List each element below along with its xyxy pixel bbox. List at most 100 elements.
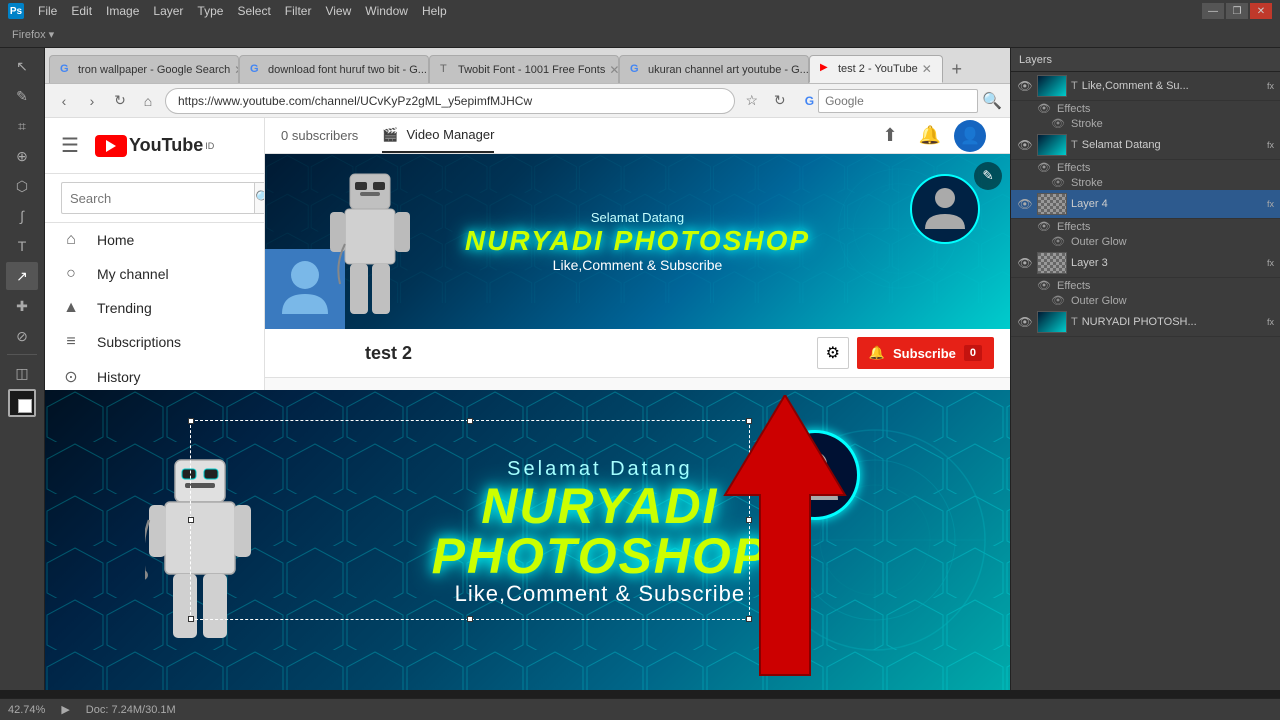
hamburger-menu-icon[interactable]: ☰ xyxy=(61,133,79,158)
tab-close-3[interactable]: ✕ xyxy=(609,63,619,77)
menu-view[interactable]: View xyxy=(319,2,357,20)
tool-move[interactable]: ✚ xyxy=(6,292,38,320)
layer-effects-group: 👁 Effects xyxy=(1011,101,1280,116)
layer-effects-group-3: 👁 Effects xyxy=(1011,219,1280,234)
browser-tab-5[interactable]: ▶ test 2 - YouTube ✕ xyxy=(809,55,943,83)
canvas-robot xyxy=(145,445,255,690)
tool-heal[interactable]: ⬡ xyxy=(6,172,38,200)
sub-eye-icon-4[interactable]: 👁 xyxy=(1037,279,1051,292)
sub-eye-icon[interactable]: 👁 xyxy=(1037,102,1051,115)
search-icon: 🔍 xyxy=(982,91,1002,111)
tool-type[interactable]: T xyxy=(6,232,38,260)
banner-avatar-right xyxy=(910,174,980,244)
layer-item-like[interactable]: 👁 T Like,Comment & Su... fx xyxy=(1011,72,1280,101)
effects-label-2: Effects xyxy=(1057,162,1090,174)
tool-eraser[interactable]: ⊘ xyxy=(6,322,38,350)
sidebar-label-mychannel: My channel xyxy=(97,266,169,282)
tool-path[interactable]: ↗ xyxy=(6,262,38,290)
menu-image[interactable]: Image xyxy=(100,2,145,20)
minimize-button[interactable]: — xyxy=(1202,3,1224,19)
tool-arrow[interactable]: ↖ xyxy=(6,52,38,80)
yt-search-button[interactable]: 🔍 xyxy=(254,182,265,214)
window-controls: — ❐ ✕ xyxy=(1202,3,1272,19)
layers-label: Layers xyxy=(1019,54,1052,66)
profile-person-icon xyxy=(280,259,330,319)
ps-canvas-overlay: Selamat Datang NURYADI PHOTOSHOP Like,Co… xyxy=(45,390,1010,690)
upload-icon[interactable]: ⬆ xyxy=(874,120,906,152)
layer-item-3[interactable]: 👁 Layer 3 fx xyxy=(1011,249,1280,278)
forward-button[interactable]: › xyxy=(81,90,103,112)
back-button[interactable]: ‹ xyxy=(53,90,75,112)
sub-eye-icon-2[interactable]: 👁 xyxy=(1037,161,1051,174)
menu-help[interactable]: Help xyxy=(416,2,453,20)
menu-select[interactable]: Select xyxy=(231,2,276,20)
sidebar-item-mychannel[interactable]: ○ My channel xyxy=(45,257,264,291)
menu-filter[interactable]: Filter xyxy=(279,2,318,20)
sidebar-item-subscriptions[interactable]: ≡ Subscriptions xyxy=(45,325,264,359)
browser-tab-1[interactable]: G tron wallpaper - Google Search ✕ xyxy=(49,55,239,83)
layer-item-selamat[interactable]: 👁 T Selamat Datang fx xyxy=(1011,131,1280,160)
layer-item-4[interactable]: 👁 Layer 4 fx xyxy=(1011,190,1280,219)
menu-type[interactable]: Type xyxy=(191,2,229,20)
layer-eye-icon-2[interactable]: 👁 xyxy=(1017,138,1033,152)
outer-glow-eye-icon-2[interactable]: 👁 xyxy=(1051,294,1065,307)
sub-eye-icon-3[interactable]: 👁 xyxy=(1037,220,1051,233)
browser-tab-3[interactable]: T Twobit Font - 1001 Free Fonts ✕ xyxy=(429,55,619,83)
edit-banner-button[interactable]: ✎ xyxy=(974,162,1002,190)
tool-crop[interactable]: ⊕ xyxy=(6,142,38,170)
tool-pen[interactable]: ✎ xyxy=(6,82,38,110)
videomanager-icon: 🎬 xyxy=(382,127,398,143)
browser-tab-2[interactable]: G download font huruf two bit - G... ✕ xyxy=(239,55,429,83)
google-search-input[interactable] xyxy=(818,89,978,113)
tab-label-2: download font huruf two bit - G... xyxy=(268,64,427,76)
reload-button[interactable]: ↻ xyxy=(109,90,131,112)
tool-lasso[interactable]: ⌗ xyxy=(6,112,38,140)
sidebar-item-trending[interactable]: ▲ Trending xyxy=(45,291,264,325)
canvas-robot-svg xyxy=(145,445,255,685)
stroke-label: Stroke xyxy=(1071,118,1103,130)
layer-eye-icon-4[interactable]: 👁 xyxy=(1017,256,1033,270)
outer-glow-eye-icon[interactable]: 👁 xyxy=(1051,235,1065,248)
menu-window[interactable]: Window xyxy=(359,2,414,20)
refresh-button[interactable]: ↻ xyxy=(769,90,791,112)
channel-tab-subscribers[interactable]: 0 subscribers xyxy=(281,120,358,151)
channel-tab-videomanager[interactable]: 🎬 Video Manager xyxy=(382,119,494,153)
channel-settings-button[interactable]: ⚙ xyxy=(817,337,849,369)
menu-layer[interactable]: Layer xyxy=(147,2,189,20)
user-avatar[interactable]: 👤 xyxy=(954,120,986,152)
layer-item-nuryadi[interactable]: 👁 T NURYADI PHOTOSH... fx xyxy=(1011,308,1280,337)
bookmark-button[interactable]: ☆ xyxy=(741,90,763,112)
tool-brush[interactable]: ∫ xyxy=(6,202,38,230)
browser-tab-4[interactable]: G ukuran channel art youtube - G... ✕ xyxy=(619,55,809,83)
options-bar-content: Firefox ▾ xyxy=(4,28,62,41)
yt-logo[interactable]: YouTube ID xyxy=(95,135,214,157)
avatar-silhouette xyxy=(920,184,970,234)
banner-name: NURYADI PHOTOSHOP xyxy=(465,225,810,257)
menu-file[interactable]: File xyxy=(32,2,63,20)
tab-close-5[interactable]: ✕ xyxy=(922,62,932,76)
menu-edit[interactable]: Edit xyxy=(65,2,98,20)
yt-logo-text: YouTube xyxy=(129,135,203,156)
address-bar[interactable] xyxy=(165,88,735,114)
red-arrow-svg xyxy=(720,395,850,685)
layer-eye-icon-3[interactable]: 👁 xyxy=(1017,197,1033,211)
subscribe-button[interactable]: 🔔 Subscribe 0 xyxy=(857,337,994,369)
stroke-eye-icon-2[interactable]: 👁 xyxy=(1051,176,1065,189)
notifications-icon[interactable]: 🔔 xyxy=(914,120,946,152)
sidebar-item-home[interactable]: ⌂ Home xyxy=(45,223,264,257)
maximize-button[interactable]: ❐ xyxy=(1226,3,1248,19)
layer-eye-icon[interactable]: 👁 xyxy=(1017,79,1033,93)
subscribe-label: Subscribe xyxy=(893,346,956,361)
close-button[interactable]: ✕ xyxy=(1250,3,1272,19)
layer-eye-icon-5[interactable]: 👁 xyxy=(1017,315,1033,329)
layer-name-3: Layer 4 xyxy=(1071,198,1263,210)
layer-outer-glow-3: 👁 Outer Glow xyxy=(1011,293,1280,308)
new-tab-button[interactable]: + xyxy=(943,55,971,83)
tool-fg-bg[interactable] xyxy=(8,389,36,417)
stroke-eye-icon[interactable]: 👁 xyxy=(1051,117,1065,130)
yt-search-input[interactable] xyxy=(61,182,254,214)
layer-stroke-item-2: 👁 Stroke xyxy=(1011,175,1280,190)
home-button[interactable]: ⌂ xyxy=(137,90,159,112)
tool-zoom[interactable]: ◫ xyxy=(6,359,38,387)
layer-outer-glow-4: 👁 Outer Glow xyxy=(1011,234,1280,249)
